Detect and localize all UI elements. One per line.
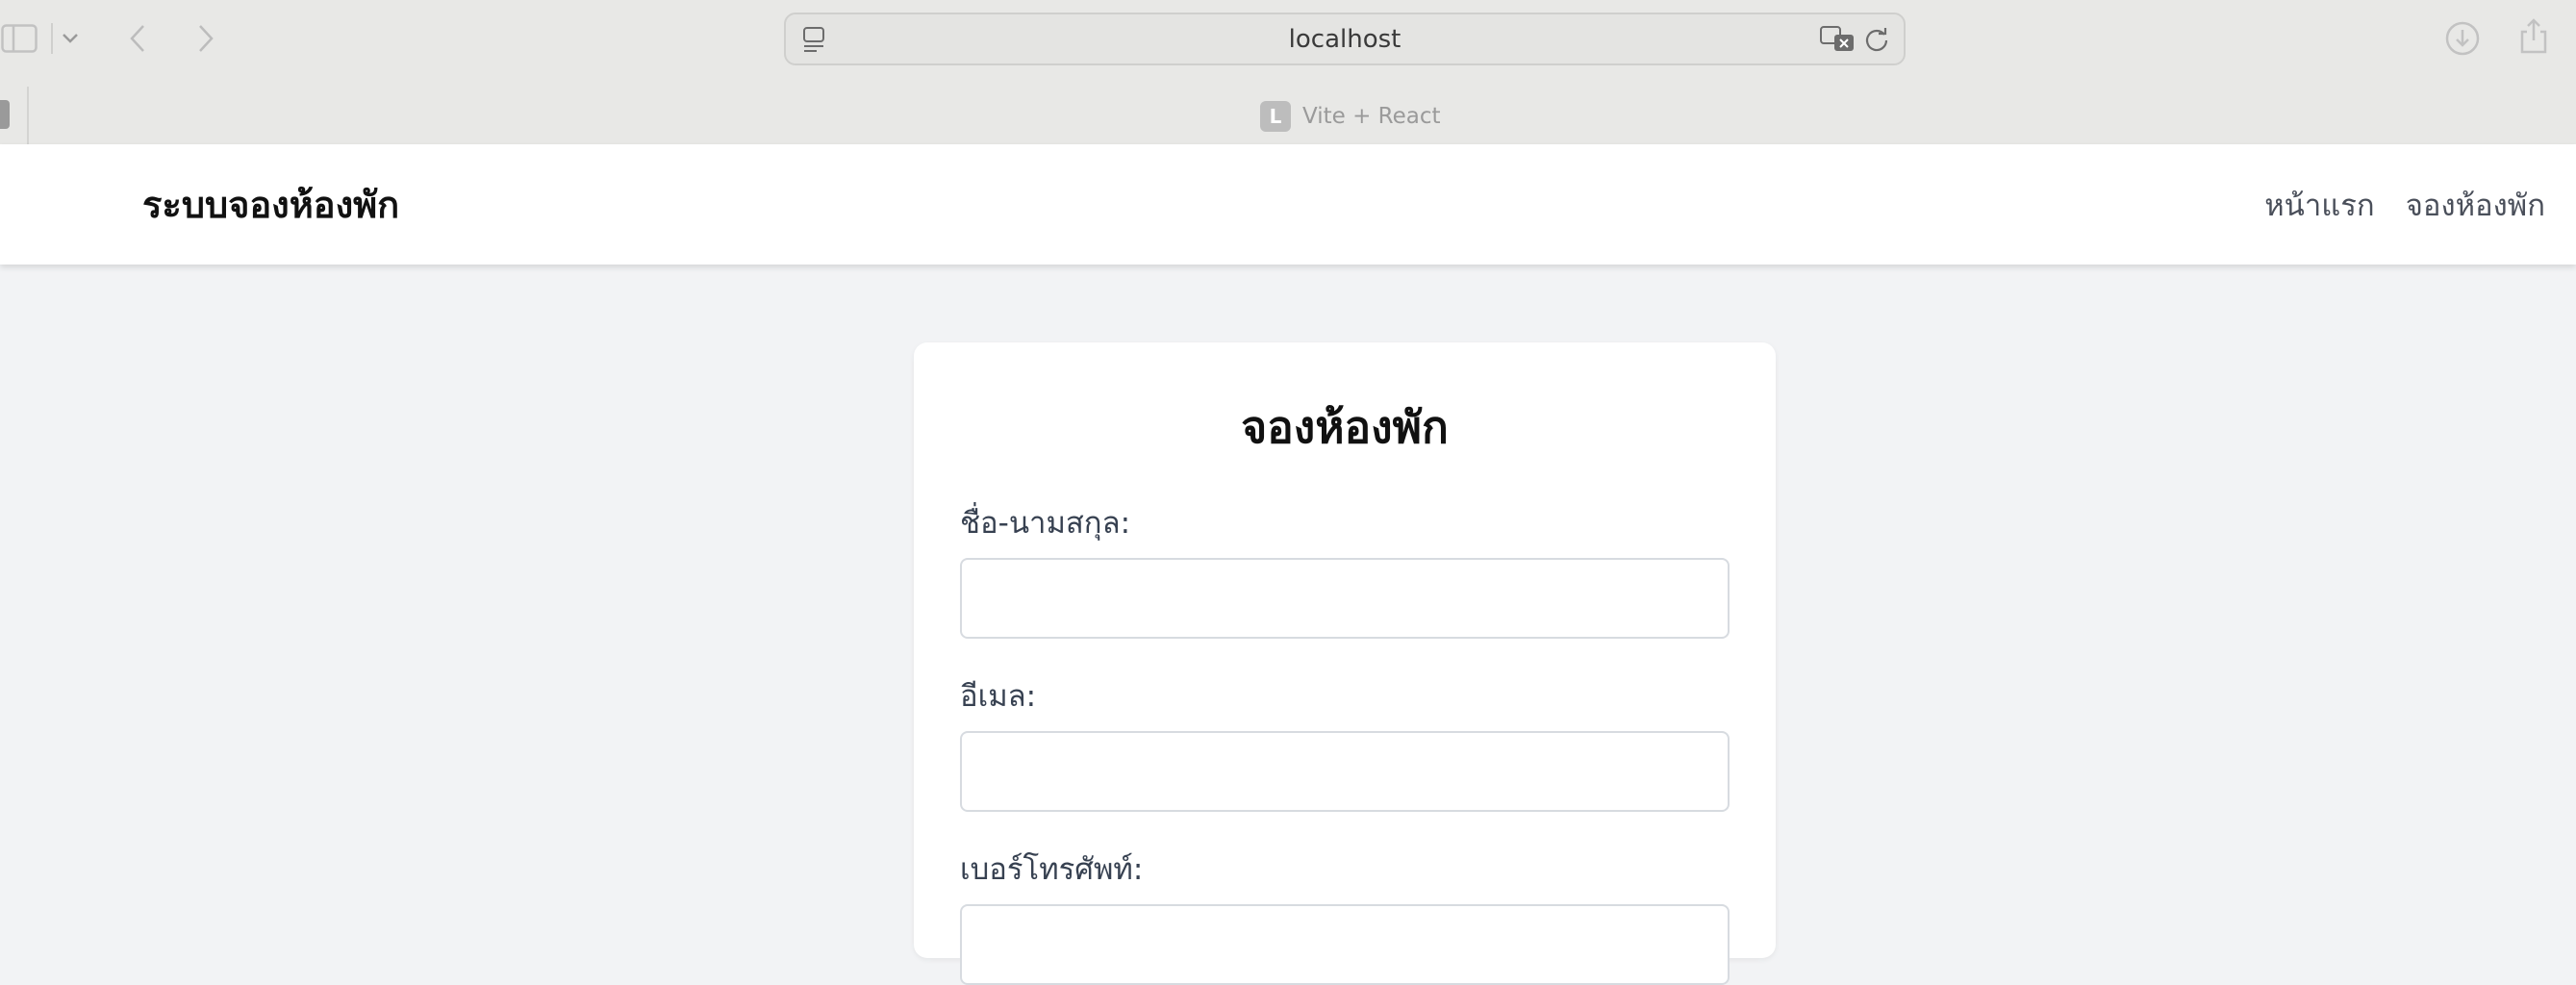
url-text[interactable]: localhost — [786, 14, 1904, 63]
fullname-input[interactable] — [960, 558, 1730, 639]
site-brand[interactable]: ระบบจองห้องพัก — [142, 144, 399, 265]
phone-label: เบอร์โทรศัพท์: — [960, 852, 1144, 887]
form-title: จองห้องพัก — [1241, 401, 1449, 453]
fullname-label: ชื่อ-นามสกุล: — [960, 506, 1131, 541]
reload-icon[interactable] — [1863, 26, 1890, 53]
tab-favicon: L — [1260, 101, 1291, 132]
tab-title: Vite + React — [1302, 104, 1441, 129]
booking-form-card: จองห้องพัก ชื่อ-นามสกุล: อีเมล: เบอร์โทร… — [914, 342, 1776, 985]
chevron-down-icon[interactable] — [56, 19, 85, 58]
address-bar[interactable]: localhost — [784, 13, 1906, 65]
translate-icon[interactable] — [1819, 24, 1857, 55]
nav-link-home[interactable]: หน้าแรก — [2264, 181, 2374, 229]
navbar: ระบบจองห้องพัก หน้าแรก จองห้องพัก — [0, 144, 2576, 265]
toolbar-divider — [51, 23, 53, 54]
share-icon[interactable] — [2514, 17, 2553, 56]
browser-chrome: localhost L Vite + React — [0, 0, 2576, 144]
tab-vite-react[interactable]: L Vite + React — [1260, 100, 1441, 133]
nav-links: หน้าแรก จองห้องพัก — [2264, 144, 2545, 265]
tab-divider — [27, 87, 29, 144]
sidebar-icon[interactable] — [0, 19, 38, 58]
email-label: อีเมล: — [960, 679, 1037, 714]
chevron-right-icon[interactable] — [189, 19, 223, 58]
chevron-left-icon[interactable] — [120, 19, 155, 58]
browser-toolbar: localhost — [0, 0, 2576, 77]
phone-input[interactable] — [960, 904, 1730, 985]
email-input[interactable] — [960, 731, 1730, 812]
pinned-tab[interactable] — [0, 100, 10, 129]
nav-link-booking[interactable]: จองห้องพัก — [2406, 181, 2545, 229]
tab-strip: L Vite + React — [0, 87, 2576, 144]
download-icon[interactable] — [2443, 19, 2482, 58]
